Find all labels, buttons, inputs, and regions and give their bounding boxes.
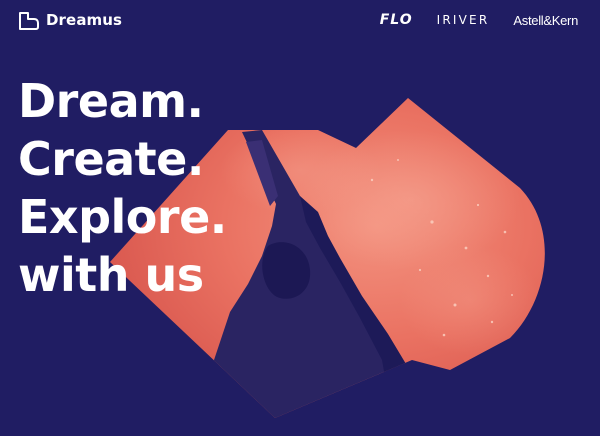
logo-wordmark: Dreamus (46, 11, 123, 29)
brand-link-flo[interactable]: FLO (380, 12, 413, 28)
brand-link-iriver[interactable]: IRIVER (437, 13, 490, 27)
headline-line-with-us: with us (18, 248, 204, 302)
dreamus-logo-link[interactable]: Dreamus (18, 9, 122, 31)
headline-line-explore: Explore. (18, 190, 227, 244)
site-header: Dreamus FLO IRIVER Astell&Kern (0, 0, 600, 40)
brand-link-astell-kern[interactable]: Astell&Kern (513, 13, 578, 28)
dreamus-logo-icon (19, 12, 39, 30)
hero-headline: Dream. Create. Explore. with us (18, 72, 227, 304)
headline-line-create: Create. (18, 132, 204, 186)
page: Dreamus FLO IRIVER Astell&Kern Dream. Cr… (0, 0, 600, 436)
headline-line-dream: Dream. (18, 74, 204, 128)
brand-nav: FLO IRIVER Astell&Kern (380, 11, 579, 29)
